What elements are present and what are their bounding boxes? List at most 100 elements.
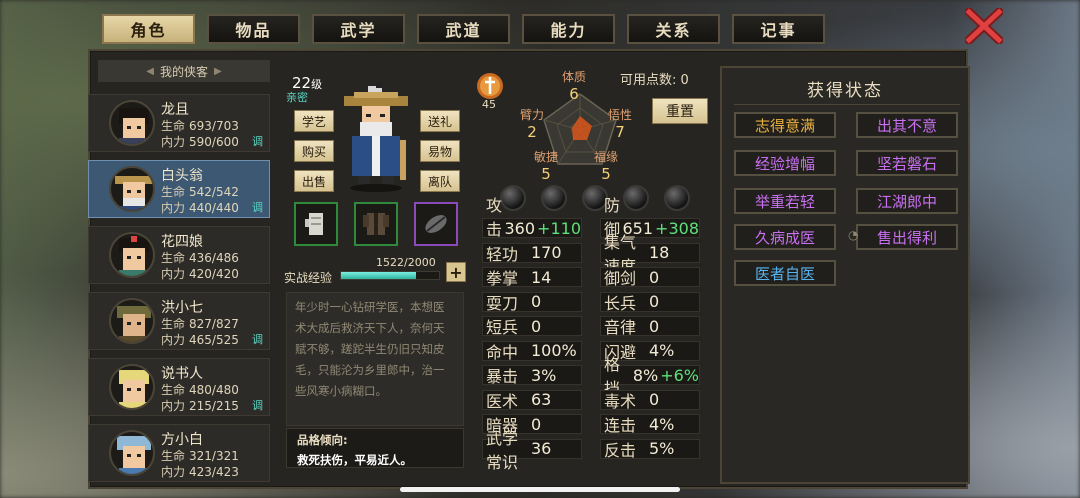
status-badge[interactable]: 坚若磐石: [856, 150, 958, 176]
tab-character[interactable]: 角色: [102, 14, 195, 44]
character-name: 花四娘: [161, 234, 203, 250]
exp-bar: [340, 271, 440, 280]
attr-constitution: 体质 6: [562, 70, 587, 103]
tune-label[interactable]: 调: [252, 397, 263, 413]
stat-name: 拳掌: [486, 269, 519, 288]
orb-slot[interactable]: [623, 185, 649, 211]
stat-name: 长兵: [604, 293, 637, 313]
equip-slot-accessory[interactable]: [414, 202, 458, 246]
list-header-label: 我的侠客: [159, 64, 208, 79]
add-exp-button[interactable]: +: [446, 262, 466, 282]
home-indicator[interactable]: [400, 487, 680, 492]
character-card[interactable]: 花四娘 生命 436/486 内力 420/420: [88, 226, 270, 284]
stat-name: 短兵: [486, 318, 519, 337]
status-title: 获得状态: [807, 81, 883, 101]
gift-button[interactable]: 送礼: [420, 110, 460, 132]
tab-abilities[interactable]: 能力: [522, 14, 615, 44]
status-badge[interactable]: 经验增幅: [734, 150, 836, 176]
stat-value: 360: [504, 218, 536, 238]
trait-text: 救死扶伤，平易近人。: [297, 453, 412, 467]
stat-value: 14: [531, 267, 552, 287]
stat-bonus: +6%: [660, 365, 699, 385]
close-button[interactable]: [964, 8, 1004, 44]
character-card[interactable]: 方小白 生命 321/321 内力 423/423: [88, 424, 270, 482]
mp-stat: 内力 590/600: [161, 135, 239, 149]
avatar: [109, 100, 155, 146]
stat-name: 反击: [604, 440, 637, 460]
stat-value: 3%: [531, 365, 557, 385]
stat-bonus: +308: [655, 218, 699, 238]
status-badge[interactable]: 医者自医: [734, 260, 836, 286]
hp-stat: 生命 827/827: [161, 317, 239, 331]
status-badge[interactable]: 举重若轻: [734, 188, 836, 214]
stat-name: 轻功: [486, 244, 519, 264]
stat-name: 医术: [486, 391, 519, 411]
stat-value: 18: [649, 243, 670, 262]
exp-bar-fill: [341, 272, 416, 279]
character-card[interactable]: 龙且 生命 693/703 内力 590/600 调: [88, 94, 270, 152]
stat-cell: 短兵 0: [482, 316, 582, 337]
status-badge[interactable]: 久病成医: [734, 224, 836, 250]
tab-martial-way[interactable]: 武道: [417, 14, 510, 44]
hp-stat: 生命 436/486: [161, 251, 239, 265]
leave-party-button[interactable]: 离队: [420, 170, 460, 192]
orb-slot[interactable]: [541, 185, 567, 211]
tab-items[interactable]: 物品: [207, 14, 300, 44]
tab-relations[interactable]: 关系: [627, 14, 720, 44]
mp-stat: 内力 420/420: [161, 267, 239, 281]
mp-stat: 内力 423/423: [161, 465, 239, 479]
avatar: [109, 232, 155, 278]
learn-button[interactable]: 学艺: [294, 110, 334, 132]
prev-arrow-icon[interactable]: ◀: [146, 66, 154, 77]
status-badge[interactable]: 志得意满: [734, 112, 836, 138]
tune-label[interactable]: 调: [252, 199, 263, 215]
character-name: 方小白: [161, 432, 203, 448]
stat-cell: 集气速度 18: [600, 233, 700, 276]
barter-button[interactable]: 易物: [420, 140, 460, 162]
avatar: [109, 166, 155, 212]
attr-fortune: 福缘 5: [594, 150, 619, 183]
stat-value: 170: [531, 243, 562, 262]
tab-journal[interactable]: 记事: [732, 14, 825, 44]
stat-cell: 医术 63: [482, 389, 582, 411]
status-badge[interactable]: 售出得利: [856, 224, 958, 250]
hp-stat: 生命 693/703: [161, 119, 239, 133]
available-points: 可用点数: 0: [620, 73, 689, 88]
stat-name: 武学常识: [486, 428, 519, 472]
stat-value: 0: [531, 292, 542, 311]
tab-martial-arts[interactable]: 武学: [312, 14, 405, 44]
character-card[interactable]: 说书人 生命 480/480 内力 215/215 调: [88, 358, 270, 416]
buy-button[interactable]: 购买: [294, 140, 334, 162]
stat-value: 0: [649, 390, 660, 409]
character-card[interactable]: 洪小七 生命 827/827 内力 465/525 调: [88, 292, 270, 350]
stat-bonus: +110: [537, 218, 581, 238]
close-icon: [965, 8, 1003, 44]
character-portrait: [344, 82, 408, 192]
character-card-selected[interactable]: 白头翁 生命 542/542 内力 440/440 调: [88, 160, 270, 218]
status-badge[interactable]: 江湖郎中: [856, 188, 958, 214]
orb-slot[interactable]: [664, 185, 690, 211]
sell-button[interactable]: 出售: [294, 170, 334, 192]
robe-icon: [363, 213, 389, 235]
stat-value: 0: [649, 267, 660, 287]
character-list: 龙且 生命 693/703 内力 590/600 调 白头翁 生命 542/542 内…: [88, 94, 270, 490]
status-badge[interactable]: 出其不意: [856, 112, 958, 138]
exp-label: 实战经验: [284, 271, 333, 285]
next-arrow-icon[interactable]: ▶: [214, 66, 222, 77]
equip-slot-armor[interactable]: [354, 202, 398, 246]
stat-cell: 轻功 170: [482, 242, 582, 264]
stat-name: 御剑: [604, 269, 637, 288]
stat-cell: 武学常识 36: [482, 429, 582, 472]
stat-name: 命中: [486, 342, 519, 362]
attr-strength: 臂力 2: [520, 108, 545, 141]
equip-slot-gloves[interactable]: [294, 202, 338, 246]
trait-box: 品格倾向: 救死扶伤，平易近人。: [286, 428, 464, 468]
attr-agility: 敏捷 5: [534, 150, 559, 183]
badge-value: 45: [482, 98, 496, 111]
character-name: 洪小七: [161, 300, 203, 316]
status-panel: 获得状态 志得意满 出其不意 经验增幅 坚若磐石 举重若轻 江湖郎中 久病成医 …: [720, 66, 970, 484]
tune-label[interactable]: 调: [252, 133, 263, 149]
stat-value: 8%: [632, 365, 659, 385]
reset-button[interactable]: 重置: [652, 98, 708, 124]
tune-label[interactable]: 调: [252, 331, 263, 347]
